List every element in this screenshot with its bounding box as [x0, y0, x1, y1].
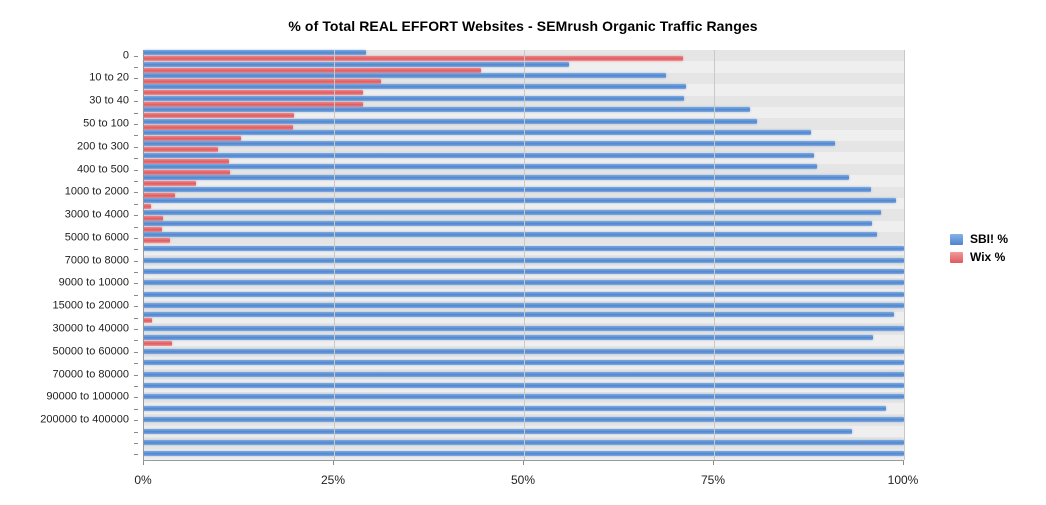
bar-sbi: [144, 164, 818, 170]
legend-item[interactable]: Wix %: [950, 250, 1008, 264]
chart-title: % of Total REAL EFFORT Websites - SEMrus…: [288, 18, 758, 34]
bar-sbi: [144, 61, 569, 67]
y-tick-mark: [134, 249, 138, 251]
bar-sbi: [144, 129, 811, 135]
y-tick-mark: [134, 306, 138, 308]
y-axis-label: 70000 to 80000: [52, 368, 129, 381]
y-tick-mark: [134, 317, 138, 319]
y-tick-mark: [134, 374, 138, 376]
y-tick-mark: [134, 226, 138, 228]
bar-sbi: [144, 405, 886, 411]
y-axis-label: 0: [122, 49, 129, 62]
bar-sbi: [144, 50, 366, 56]
y-axis-label: 10 to 20: [89, 71, 129, 84]
bar-sbi: [144, 186, 871, 192]
x-axis-label: 25%: [320, 473, 346, 487]
y-tick-mark: [134, 180, 138, 182]
y-tick-mark: [134, 351, 138, 353]
y-tick-mark: [134, 135, 138, 137]
y-tick-mark: [134, 237, 138, 239]
y-tick-mark: [134, 89, 138, 91]
bar-sbi: [144, 334, 873, 340]
y-tick-mark: [134, 112, 138, 114]
y-tick-mark: [134, 146, 138, 148]
gridline: [714, 50, 715, 460]
y-tick-mark: [134, 124, 138, 126]
y-tick-mark: [134, 67, 138, 69]
bar-sbi: [144, 107, 751, 113]
legend-swatch-icon: [950, 251, 963, 263]
legend-swatch-icon: [950, 233, 963, 245]
plot-area: [143, 50, 905, 461]
bar-sbi: [144, 221, 873, 227]
y-tick-mark: [134, 272, 138, 274]
x-axis-label: 50%: [510, 473, 536, 487]
y-axis-label: 15000 to 20000: [52, 299, 129, 312]
y-tick-mark: [134, 192, 138, 194]
gridline: [904, 50, 905, 460]
gridline: [524, 50, 525, 460]
x-tick-mark: [523, 461, 524, 465]
y-axis-label: 1000 to 2000: [64, 185, 129, 198]
y-tick-mark: [134, 169, 138, 171]
y-axis-label: 50 to 100: [83, 117, 129, 130]
y-tick-mark: [134, 454, 138, 456]
x-axis-label: 0%: [134, 473, 152, 487]
x-axis-label: 75%: [700, 473, 726, 487]
bar-sbi: [144, 428, 853, 434]
legend-label: SBI! %: [970, 232, 1009, 246]
y-tick-mark: [134, 397, 138, 399]
y-tick-mark: [134, 420, 138, 422]
bar-sbi: [144, 198, 896, 204]
y-axis-label: 90000 to 100000: [46, 390, 129, 403]
y-tick-mark: [134, 158, 138, 160]
y-tick-mark: [134, 101, 138, 103]
y-tick-mark: [134, 340, 138, 342]
bar-sbi: [144, 95, 684, 101]
y-axis-label: 7000 to 8000: [64, 254, 129, 267]
y-axis-label: 30 to 40: [89, 94, 129, 107]
y-axis-label: 200000 to 400000: [40, 413, 129, 426]
bar-chart: % of Total REAL EFFORT Websites - SEMrus…: [0, 0, 1046, 505]
x-axis: 0% 25% 50% 75% 100%: [134, 461, 918, 491]
y-tick-mark: [134, 203, 138, 205]
y-tick-mark: [134, 431, 138, 433]
y-axis-label: 9000 to 10000: [58, 276, 129, 289]
bar-sbi: [144, 84, 686, 90]
x-tick-mark: [713, 461, 714, 465]
y-axis-label: 200 to 300: [77, 140, 129, 153]
y-tick-mark: [134, 385, 138, 387]
x-axis-label: 100%: [887, 473, 919, 487]
bar-sbi: [144, 175, 849, 181]
y-tick-mark: [134, 55, 138, 57]
y-tick-mark: [134, 294, 138, 296]
y-tick-mark: [134, 363, 138, 365]
bar-sbi: [144, 312, 895, 318]
bar-sbi: [144, 72, 667, 78]
legend-item[interactable]: SBI! %: [950, 232, 1008, 246]
legend-label: Wix %: [970, 250, 1006, 264]
y-axis-label: 50000 to 60000: [52, 345, 129, 358]
y-tick-mark: [134, 283, 138, 285]
y-tick-mark: [134, 329, 138, 331]
y-tick-mark: [134, 408, 138, 410]
chart-legend: SBI! % Wix %: [950, 232, 1008, 264]
x-tick-mark: [143, 461, 144, 465]
x-tick-mark: [903, 461, 904, 465]
bar-sbi: [144, 232, 877, 238]
y-axis-label: 400 to 500: [77, 163, 129, 176]
y-tick-mark: [134, 260, 138, 262]
bar-sbi: [144, 118, 758, 124]
y-tick-mark: [134, 215, 138, 217]
gridline: [334, 50, 335, 460]
y-axis: 0 10 to 20 30 to 40 50 to 100 200 to 300 400 …: [0, 50, 138, 460]
y-tick-mark: [134, 78, 138, 80]
y-tick-mark: [134, 442, 138, 444]
y-axis-label: 5000 to 6000: [64, 231, 129, 244]
bar-sbi: [144, 209, 882, 215]
bar-sbi: [144, 141, 835, 147]
x-tick-mark: [333, 461, 334, 465]
y-axis-label: 30000 to 40000: [52, 322, 129, 335]
y-axis-label: 3000 to 4000: [64, 208, 129, 221]
